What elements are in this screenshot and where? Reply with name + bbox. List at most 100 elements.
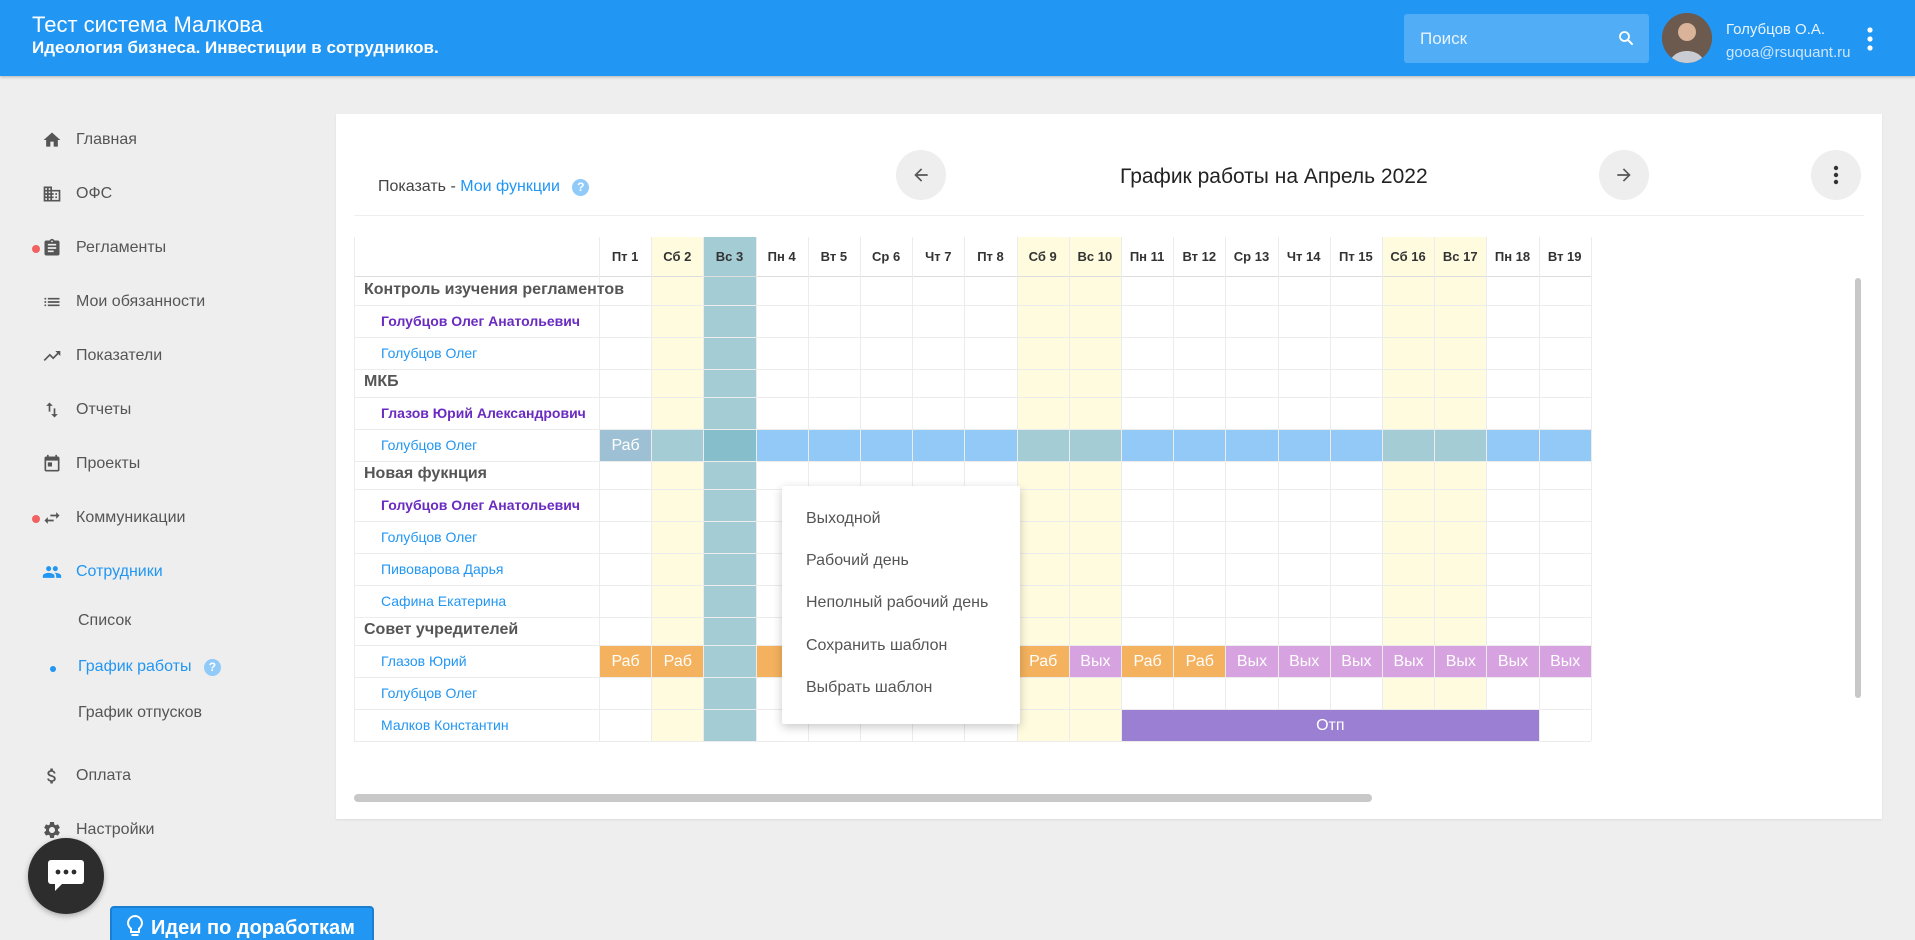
schedule-cell[interactable] — [652, 430, 704, 461]
schedule-cell[interactable]: Раб — [652, 646, 704, 677]
schedule-cell[interactable] — [1539, 430, 1591, 461]
sidebar-subitem-vacations[interactable]: График отпусков — [78, 704, 202, 722]
schedule-cell[interactable] — [1069, 430, 1121, 461]
day-header[interactable]: Вс 10 — [1068, 237, 1121, 277]
user-name[interactable]: Голубцов О.А. — [1726, 21, 1825, 38]
day-header[interactable]: Сб 9 — [1016, 237, 1069, 277]
sidebar-item-home[interactable]: Главная — [0, 120, 320, 160]
schedule-cell[interactable]: Вых — [1539, 646, 1591, 677]
sidebar-item-communications[interactable]: Коммуникации — [0, 498, 320, 538]
day-header[interactable]: Вс 3 — [703, 237, 756, 277]
employee-label[interactable]: Пивоварова Дарья — [381, 561, 503, 577]
schedule-cell[interactable] — [1278, 430, 1330, 461]
schedule-cell[interactable] — [704, 430, 756, 461]
schedule-cell[interactable]: Вых — [1069, 646, 1121, 677]
day-header[interactable]: Ср 6 — [860, 237, 913, 277]
schedule-cell[interactable]: Раб — [1122, 646, 1174, 677]
day-header[interactable]: Пт 8 — [964, 237, 1017, 277]
schedule-cell[interactable]: Раб — [1174, 646, 1226, 677]
schedule-cell[interactable]: Вых — [1487, 646, 1539, 677]
menu-item-day-off[interactable]: Выходной — [806, 510, 881, 528]
more-vert-icon[interactable] — [1858, 24, 1882, 54]
sidebar-item-reports[interactable]: Отчеты — [0, 390, 320, 430]
schedule-cell[interactable] — [861, 430, 913, 461]
sidebar-item-reglaments[interactable]: Регламенты — [0, 228, 320, 268]
chat-button[interactable] — [28, 838, 104, 914]
menu-item-choose-template[interactable]: Выбрать шаблон — [806, 679, 932, 697]
day-header[interactable]: Сб 2 — [651, 237, 704, 277]
schedule-cell[interactable] — [1487, 430, 1539, 461]
next-month-button[interactable] — [1599, 150, 1649, 200]
schedule-cell[interactable] — [1174, 430, 1226, 461]
day-header[interactable]: Пт 15 — [1329, 237, 1382, 277]
employee-label[interactable]: Сафина Екатерина — [381, 593, 506, 609]
employee-label[interactable]: Голубцов Олег — [381, 437, 477, 453]
card-more-button[interactable] — [1811, 150, 1861, 200]
employee-label[interactable]: Голубцов Олег — [381, 685, 477, 701]
sidebar-item-duties[interactable]: Мои обязанности — [0, 282, 320, 322]
schedule-cell[interactable] — [965, 430, 1017, 461]
employee-label[interactable]: Малков Константин — [381, 717, 509, 733]
day-header[interactable]: Пн 11 — [1121, 237, 1174, 277]
prev-month-button[interactable] — [896, 150, 946, 200]
show-filter: Показать - Мои функции ? — [378, 178, 590, 196]
schedule-cell[interactable] — [1122, 430, 1174, 461]
schedule-cell[interactable]: Раб — [600, 646, 652, 677]
sidebar-item-label: Сотрудники — [76, 563, 163, 580]
search-icon[interactable] — [1617, 29, 1635, 52]
menu-item-part-time-day[interactable]: Неполный рабочий день — [806, 594, 988, 612]
day-header[interactable]: Пн 18 — [1486, 237, 1539, 277]
schedule-cell[interactable] — [1226, 430, 1278, 461]
schedule-cell[interactable] — [1330, 430, 1382, 461]
menu-item-work-day[interactable]: Рабочий день — [806, 552, 909, 570]
schedule-cell[interactable]: Вых — [1435, 646, 1487, 677]
menu-item-save-template[interactable]: Сохранить шаблон — [806, 637, 947, 655]
day-header[interactable]: Пн 4 — [755, 237, 808, 277]
horizontal-scrollbar[interactable] — [354, 794, 1372, 802]
day-header[interactable]: Ср 13 — [1225, 237, 1278, 277]
employee-label[interactable]: Голубцов Олег Анатольевич — [381, 313, 580, 329]
sidebar-subitem-schedule[interactable]: График работы ? — [78, 658, 221, 676]
day-header[interactable]: Вт 19 — [1538, 237, 1591, 277]
day-header[interactable]: Чт 14 — [1277, 237, 1330, 277]
ideas-button[interactable]: Идеи по доработкам — [110, 906, 374, 940]
people-icon — [42, 562, 62, 582]
employee-label[interactable]: Голубцов Олег Анатольевич — [381, 497, 580, 513]
show-filter-link[interactable]: Мои функции — [460, 178, 560, 195]
schedule-cell[interactable] — [913, 430, 965, 461]
schedule-cell[interactable] — [808, 430, 860, 461]
help-icon[interactable]: ? — [572, 179, 590, 196]
day-header[interactable]: Вс 17 — [1434, 237, 1487, 277]
vacation-bar[interactable]: Отп — [1122, 710, 1539, 741]
employee-label[interactable]: Глазов Юрий — [381, 653, 467, 669]
help-icon[interactable]: ? — [203, 659, 221, 676]
search-input[interactable] — [1404, 14, 1604, 63]
vertical-scrollbar[interactable] — [1855, 278, 1861, 698]
sidebar-item-employees[interactable]: Сотрудники — [0, 552, 320, 592]
sidebar-item-ofs[interactable]: ОФС — [0, 174, 320, 214]
employee-label[interactable]: Глазов Юрий Александрович — [381, 405, 586, 421]
schedule-cell[interactable] — [756, 430, 808, 461]
schedule-cell[interactable] — [1017, 430, 1069, 461]
day-header[interactable]: Чт 7 — [912, 237, 965, 277]
employee-label[interactable]: Голубцов Олег — [381, 529, 477, 545]
sidebar-item-indicators[interactable]: Показатели — [0, 336, 320, 376]
avatar[interactable] — [1662, 13, 1712, 63]
schedule-cell[interactable]: Вых — [1226, 646, 1278, 677]
schedule-cell[interactable]: Вых — [1383, 646, 1435, 677]
schedule-cell[interactable]: Раб — [600, 430, 652, 461]
employee-label[interactable]: Голубцов Олег — [381, 345, 477, 361]
user-email[interactable]: gooa@rsuquant.ru — [1726, 44, 1850, 61]
day-header[interactable]: Сб 16 — [1382, 237, 1435, 277]
day-header[interactable]: Пт 1 — [599, 237, 652, 277]
sidebar-item-payment[interactable]: Оплата — [0, 756, 320, 796]
sidebar-item-projects[interactable]: Проекты — [0, 444, 320, 484]
schedule-cell[interactable]: Вых — [1330, 646, 1382, 677]
day-header[interactable]: Вт 12 — [1173, 237, 1226, 277]
schedule-cell[interactable]: Раб — [1017, 646, 1069, 677]
day-header[interactable]: Вт 5 — [807, 237, 860, 277]
schedule-cell[interactable] — [1383, 430, 1435, 461]
schedule-cell[interactable]: Вых — [1278, 646, 1330, 677]
schedule-cell[interactable] — [1435, 430, 1487, 461]
sidebar-subitem-list[interactable]: Список — [78, 612, 131, 630]
